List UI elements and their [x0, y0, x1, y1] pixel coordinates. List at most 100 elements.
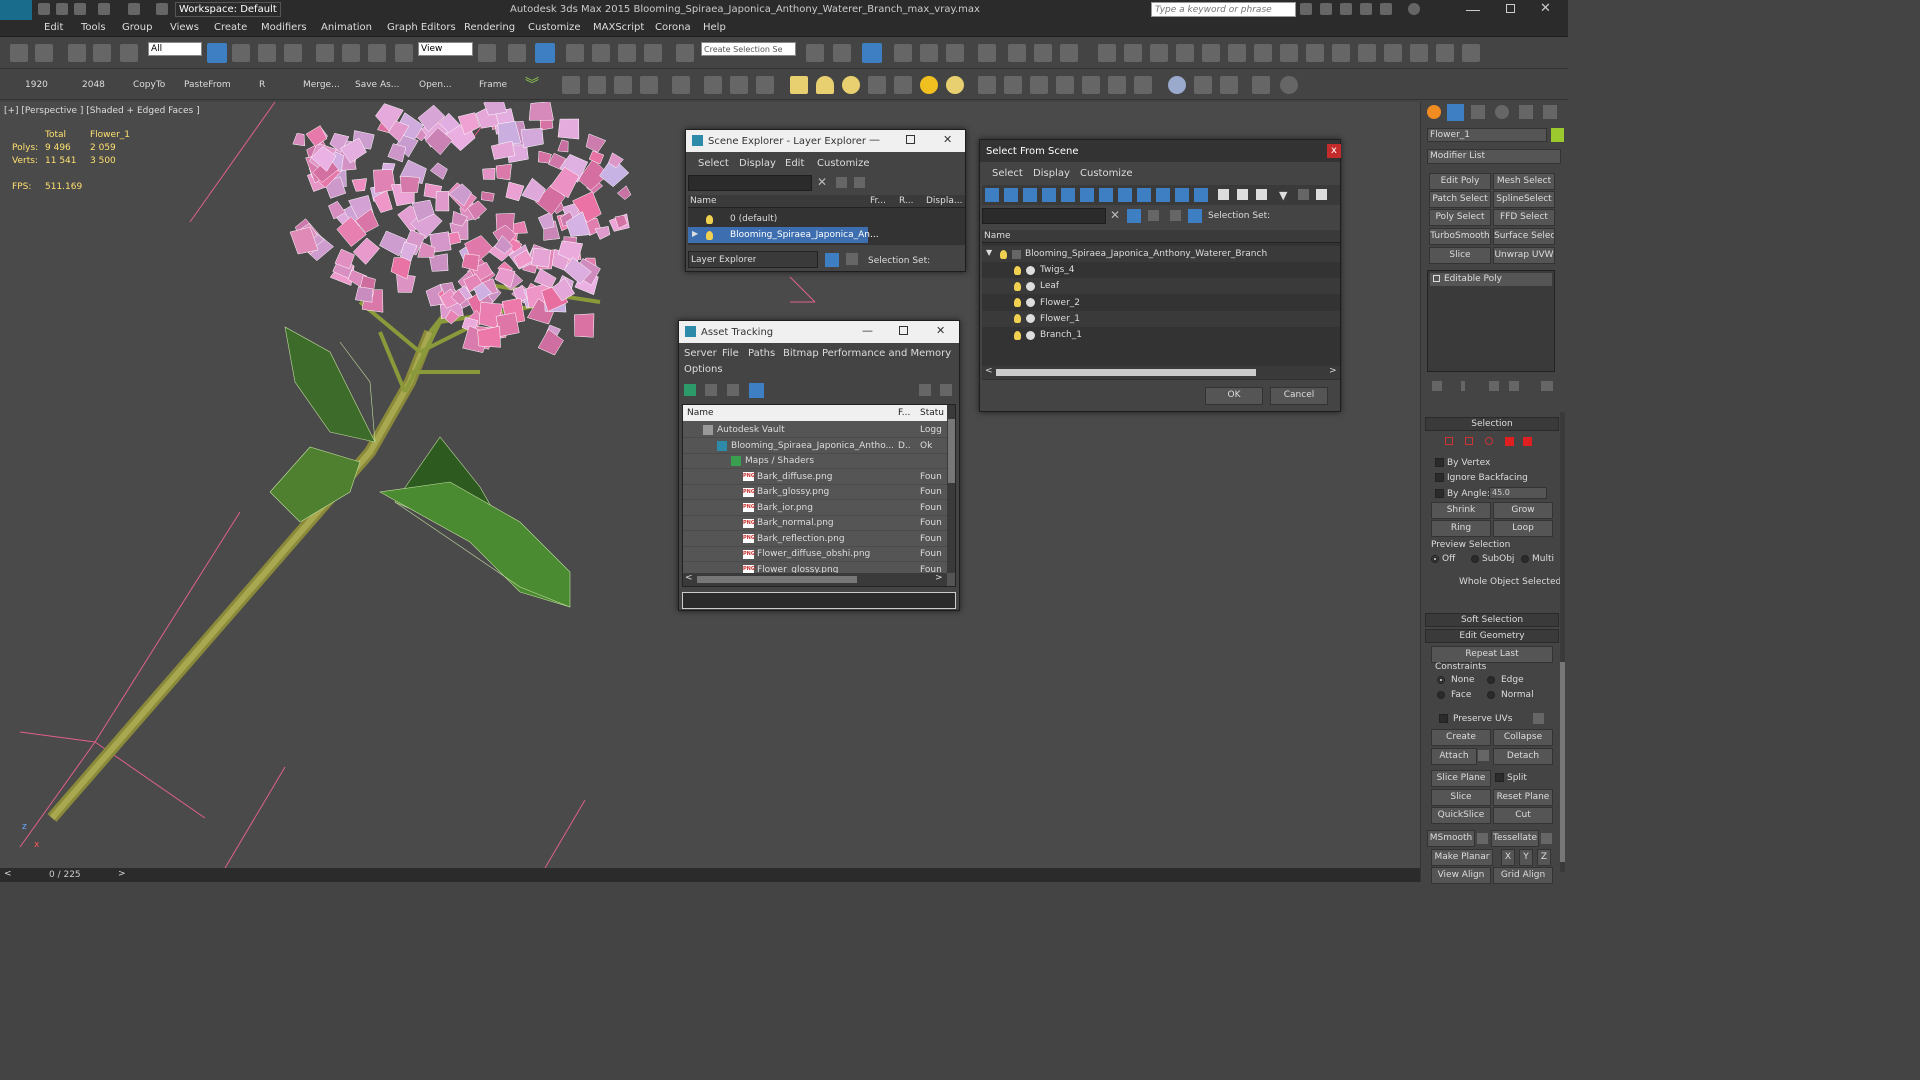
merge-button[interactable]: Merge...: [303, 80, 340, 90]
at-col-full-path[interactable]: F...: [898, 408, 910, 418]
reset-plane-button[interactable]: Reset Plane: [1493, 789, 1553, 806]
frame-icon[interactable]: [1384, 44, 1402, 62]
curve-editor-icon[interactable]: [946, 44, 964, 62]
scene-object-row[interactable]: Leaf: [982, 278, 1340, 295]
render-production-icon[interactable]: [1098, 44, 1116, 62]
gear-icon[interactable]: [704, 76, 722, 94]
tessellate-settings-icon[interactable]: [1541, 833, 1552, 844]
pin-stack-icon[interactable]: [1432, 381, 1442, 391]
time-slider-next[interactable]: >: [118, 869, 126, 879]
mirror-icon[interactable]: [806, 44, 824, 62]
display-xrefs-icon[interactable]: [1118, 188, 1132, 202]
pastefrom-button[interactable]: PasteFrom: [184, 80, 231, 90]
select-by-name-icon[interactable]: [232, 44, 250, 62]
sfs-hscroll-thumb[interactable]: [996, 369, 1256, 376]
align-icon[interactable]: [833, 44, 851, 62]
display-invert-icon[interactable]: [1256, 189, 1267, 200]
at-hscroll-thumb[interactable]: [697, 576, 857, 583]
mod-turbosmooth-button[interactable]: TurboSmooth: [1429, 228, 1491, 245]
container-icon[interactable]: [1254, 44, 1272, 62]
refresh-icon[interactable]: [684, 384, 696, 396]
sfs-col-name[interactable]: Name: [984, 231, 1011, 241]
by-vertex-checkbox[interactable]: [1435, 458, 1444, 467]
hierarchy-tab-icon[interactable]: [1471, 105, 1485, 119]
ignore-backfacing-checkbox[interactable]: [1435, 473, 1444, 482]
sfs-hierarchy-mode-icon[interactable]: [1188, 209, 1202, 223]
asset-row[interactable]: Autodesk Vault Logg: [683, 423, 947, 438]
split-checkbox[interactable]: [1495, 773, 1504, 782]
region-select-icon[interactable]: [258, 44, 276, 62]
create-tab-icon[interactable]: [1427, 105, 1441, 119]
selection-filter-dropdown[interactable]: All: [148, 42, 202, 56]
display-groups-icon[interactable]: [1099, 188, 1113, 202]
make-planar-button[interactable]: Make Planar: [1431, 849, 1493, 866]
stack-expand-icon[interactable]: [1433, 275, 1440, 282]
time-slider-bar[interactable]: < 0 / 225 >: [0, 868, 1568, 882]
fur-icon[interactable]: [978, 76, 996, 94]
mod-poly-select-button[interactable]: Poly Select: [1429, 209, 1491, 226]
at-menu-options[interactable]: Options: [684, 364, 723, 375]
hierarchy-icon[interactable]: [1298, 189, 1309, 200]
display-geometry-icon[interactable]: [985, 188, 999, 202]
bind-spacewarp-icon[interactable]: [120, 44, 138, 62]
star-icon[interactable]: [1360, 3, 1372, 15]
render-window-icon[interactable]: [588, 76, 606, 94]
planar-z-button[interactable]: Z: [1537, 849, 1551, 866]
collapse-arrow-icon[interactable]: ▼: [986, 248, 992, 257]
planar-x-button[interactable]: X: [1501, 849, 1515, 866]
subscription-icon[interactable]: [1340, 3, 1352, 15]
text-tool-icon[interactable]: [1202, 44, 1220, 62]
list-view-icon[interactable]: [705, 384, 717, 396]
select-object-icon[interactable]: [207, 43, 227, 63]
constraint-face-radio[interactable]: [1437, 691, 1445, 699]
slice-button[interactable]: Slice: [1431, 789, 1491, 806]
scene-explorer-minimize[interactable]: —: [869, 133, 880, 146]
chevron-down-icon[interactable]: ︾: [525, 76, 543, 94]
orbit-icon[interactable]: [1436, 44, 1454, 62]
collapse-button[interactable]: Collapse: [1493, 729, 1553, 746]
constraint-edge-radio[interactable]: [1487, 676, 1495, 684]
sun-light-icon[interactable]: [920, 76, 938, 94]
mesh-light-icon[interactable]: [868, 76, 886, 94]
display-none-icon[interactable]: [1237, 189, 1248, 200]
menu-corona[interactable]: Corona: [655, 22, 691, 33]
close-button[interactable]: ✕: [1540, 1, 1551, 16]
minimize-button[interactable]: [1466, 3, 1480, 11]
project-folder-icon[interactable]: [156, 3, 168, 15]
lock-icon[interactable]: [1228, 44, 1246, 62]
menu-tools[interactable]: Tools: [81, 22, 106, 33]
viewport-label[interactable]: [+] [Perspective ] [Shaded + Edged Faces…: [4, 106, 200, 116]
light-icon[interactable]: [1124, 44, 1142, 62]
spinner-snap-icon[interactable]: [644, 44, 662, 62]
render-elements-icon[interactable]: [756, 76, 774, 94]
scatter-icon[interactable]: [1082, 76, 1100, 94]
keyboard-shortcut-override-icon[interactable]: [535, 43, 555, 63]
element-mode-icon[interactable]: [1523, 437, 1532, 446]
modifier-list-dropdown[interactable]: Modifier List: [1427, 149, 1561, 164]
preserve-uvs-settings-icon[interactable]: [1533, 713, 1544, 724]
time-slider-prev[interactable]: <: [4, 869, 12, 879]
find-icon[interactable]: [836, 177, 847, 188]
scene-object-row[interactable]: Flower_2: [982, 294, 1340, 311]
lister-icon[interactable]: [1252, 76, 1270, 94]
at-col-name[interactable]: Name: [687, 408, 714, 418]
se-col-render[interactable]: R...: [899, 196, 914, 206]
hair-icon[interactable]: [1108, 76, 1126, 94]
bulb-icon[interactable]: [1014, 265, 1024, 276]
attach-list-icon[interactable]: [1478, 750, 1489, 761]
border-mode-icon[interactable]: [1485, 437, 1493, 445]
frame-buffer-icon[interactable]: [1194, 76, 1212, 94]
asset-row[interactable]: PNG Bark_glossy.png Foun: [683, 485, 947, 500]
asset-tracking-minimize[interactable]: —: [862, 324, 873, 337]
create-button[interactable]: Create: [1431, 729, 1491, 746]
bulb-icon[interactable]: [1014, 281, 1024, 292]
repeat-last-button[interactable]: Repeat Last: [1431, 646, 1553, 663]
configure-sets-icon[interactable]: [1541, 381, 1553, 391]
shrink-button[interactable]: Shrink: [1431, 502, 1491, 519]
layer-mode-icon[interactable]: [825, 253, 839, 267]
se-menu-select[interactable]: Select: [698, 158, 729, 169]
display-cameras-icon[interactable]: [1042, 188, 1056, 202]
display-shapes-icon[interactable]: [1004, 188, 1018, 202]
rendered-frame-icon[interactable]: [1060, 44, 1078, 62]
menu-views[interactable]: Views: [170, 22, 199, 33]
